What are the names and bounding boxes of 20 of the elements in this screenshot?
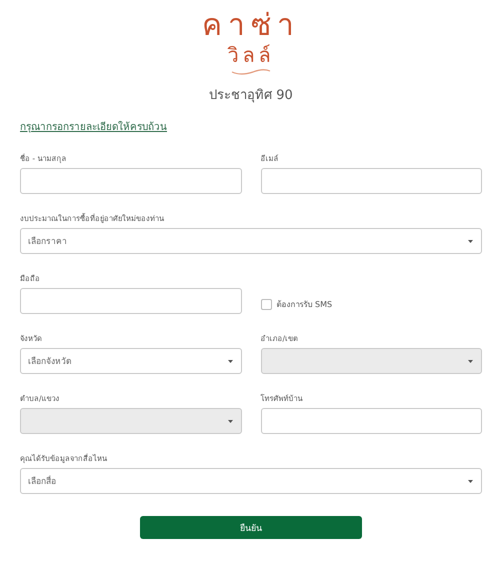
logo-text: คาซ่า (202, 8, 300, 44)
dropdown[interactable]: เลือกสื่อ (20, 468, 482, 494)
input-field[interactable] (260, 408, 482, 434)
instruction-text: กรุณากรอกรายละเอียดให้ครบถ้วน (20, 120, 167, 134)
logo-text: วิลล์ (228, 44, 274, 66)
input-field[interactable] (20, 168, 242, 194)
dropdown[interactable]: เลือกราคา (20, 228, 482, 254)
checkbox-label: ต้องการรับ SMS (276, 299, 332, 311)
caret-icon (228, 360, 232, 362)
caret-icon (468, 360, 473, 362)
input-field[interactable] (260, 168, 482, 194)
dropdown[interactable]: เลือกจังหวัด (20, 348, 242, 374)
submit-button[interactable]: ยืนยัน (140, 516, 362, 539)
input-field[interactable] (20, 288, 242, 314)
swash-icon (231, 68, 271, 76)
project-name: ประชาอุทิศ 90 (209, 87, 293, 105)
caret-icon (468, 240, 473, 242)
caret-icon (468, 480, 473, 482)
checkbox[interactable] (260, 299, 272, 310)
caret-icon (228, 420, 232, 422)
